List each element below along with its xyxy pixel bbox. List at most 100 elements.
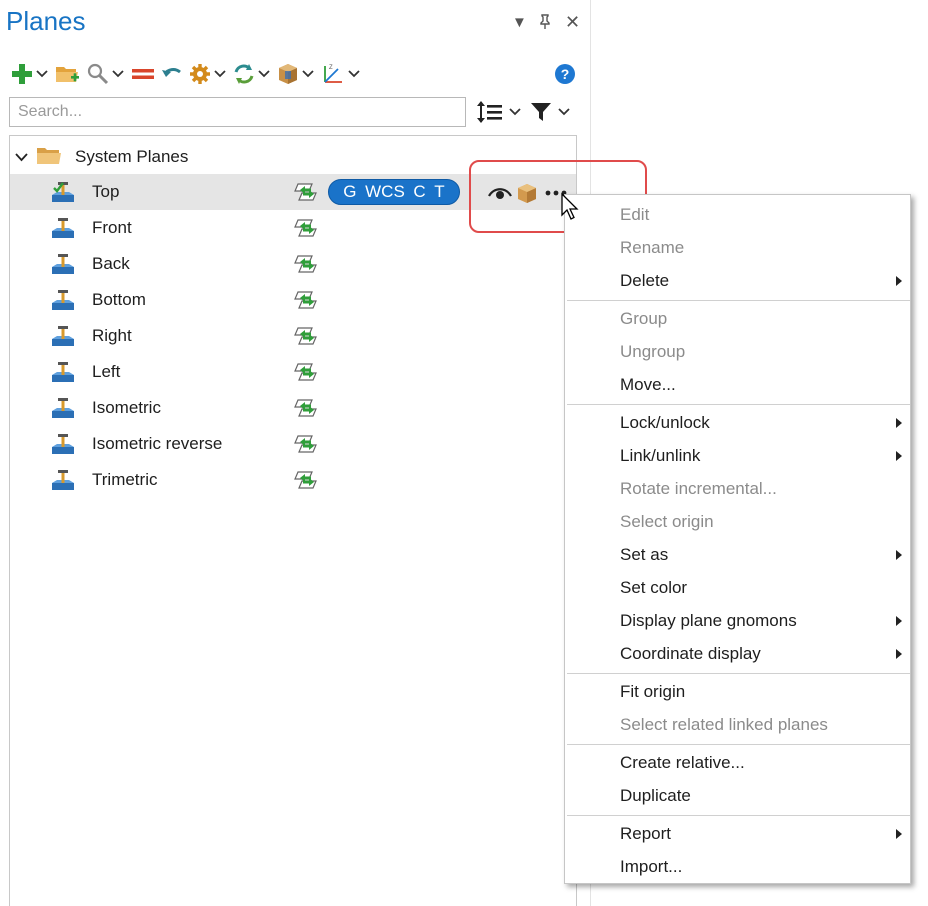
- linked-planes-icon: [293, 432, 319, 461]
- plane-label: Back: [92, 254, 130, 273]
- menu-item-delete[interactable]: Delete: [565, 265, 910, 297]
- undo-button[interactable]: [160, 60, 184, 88]
- menu-item-label: Link/unlink: [620, 446, 701, 465]
- chevron-down-icon: [558, 108, 570, 116]
- menu-item-rename[interactable]: Rename: [565, 232, 910, 264]
- menu-item-import[interactable]: Import...: [565, 851, 910, 883]
- submenu-arrow-icon: [896, 550, 902, 560]
- menu-item-select-related-linked-planes[interactable]: Select related linked planes: [565, 709, 910, 741]
- plane-icon: [50, 396, 76, 425]
- help-icon[interactable]: ?: [555, 64, 575, 84]
- submenu-arrow-icon: [896, 418, 902, 428]
- menu-item-select-origin[interactable]: Select origin: [565, 506, 910, 538]
- menu-item-label: Fit origin: [620, 682, 686, 701]
- tree-row-trimetric[interactable]: Trimetric: [10, 462, 576, 498]
- menu-item-label: Move...: [620, 375, 676, 394]
- menu-item-move[interactable]: Move...: [565, 369, 910, 401]
- box-view-icon: [279, 64, 297, 84]
- badge-g: G: [343, 182, 357, 201]
- menu-item-link-unlink[interactable]: Link/unlink: [565, 440, 910, 472]
- equal-button[interactable]: [130, 60, 156, 88]
- plane-label: Top: [92, 182, 120, 201]
- menu-item-coordinate-display[interactable]: Coordinate display: [565, 638, 910, 670]
- view-box-button[interactable]: [276, 60, 316, 88]
- gnomon-button[interactable]: Z: [320, 60, 362, 88]
- menu-item-label: Coordinate display: [620, 644, 761, 663]
- search-input[interactable]: [9, 97, 466, 127]
- menu-item-label: Display plane gnomons: [620, 611, 797, 630]
- linked-planes-icon: [293, 468, 319, 497]
- tree-row-isometric-reverse[interactable]: Isometric reverse: [10, 426, 576, 462]
- menu-item-edit[interactable]: Edit: [565, 199, 910, 231]
- search-zoom-icon: [87, 63, 109, 85]
- menu-item-report[interactable]: Report: [565, 818, 910, 850]
- tree-row-front[interactable]: Front: [10, 210, 576, 246]
- badge-t: T: [434, 182, 445, 201]
- menu-separator: [567, 815, 910, 816]
- chevron-down-icon: [214, 70, 226, 78]
- tree-row-left[interactable]: Left: [10, 354, 576, 390]
- tree-group-system-planes[interactable]: System Planes: [10, 144, 576, 170]
- panel-title: Planes: [6, 6, 86, 36]
- new-group-button[interactable]: [54, 60, 82, 88]
- menu-item-create-relative[interactable]: Create relative...: [565, 747, 910, 779]
- menu-item-fit-origin[interactable]: Fit origin: [565, 676, 910, 708]
- planes-toolbar: Z: [10, 60, 366, 88]
- menu-separator: [567, 300, 910, 301]
- menu-item-lock-unlock[interactable]: Lock/unlock: [565, 407, 910, 439]
- menu-item-label: Rename: [620, 238, 685, 257]
- row-actions: [488, 182, 568, 204]
- eye-icon[interactable]: [488, 185, 512, 201]
- submenu-arrow-icon: [896, 829, 902, 839]
- menu-item-rotate-incremental[interactable]: Rotate incremental...: [565, 473, 910, 505]
- menu-item-set-as[interactable]: Set as: [565, 539, 910, 571]
- tree-row-isometric[interactable]: Isometric: [10, 390, 576, 426]
- plane-label: Left: [92, 362, 121, 381]
- submenu-arrow-icon: [896, 649, 902, 659]
- menu-item-group[interactable]: Group: [565, 303, 910, 335]
- menu-item-label: Select origin: [620, 512, 714, 531]
- menu-separator: [567, 744, 910, 745]
- linked-planes-icon: [293, 180, 319, 209]
- plane-label: Trimetric: [92, 470, 158, 489]
- sort-button[interactable]: [476, 100, 523, 124]
- plane-icon: [50, 180, 76, 209]
- tree-row-back[interactable]: Back: [10, 246, 576, 282]
- chevron-down-icon[interactable]: [15, 153, 28, 162]
- close-icon[interactable]: ✕: [565, 12, 580, 33]
- tree-row-bottom[interactable]: Bottom: [10, 282, 576, 318]
- menu-item-label: Set color: [620, 578, 688, 597]
- menu-item-ungroup[interactable]: Ungroup: [565, 336, 910, 368]
- tree-row-right[interactable]: Right: [10, 318, 576, 354]
- menu-item-set-color[interactable]: Set color: [565, 572, 910, 604]
- menu-item-label: Edit: [620, 205, 650, 224]
- chevron-down-icon: [302, 70, 314, 78]
- add-plane-button[interactable]: [10, 60, 50, 88]
- menu-item-label: Report: [620, 824, 672, 843]
- axis-gnomon-icon: Z: [324, 65, 342, 83]
- plane-label: Right: [92, 326, 132, 345]
- menu-separator: [567, 404, 910, 405]
- find-plane-button[interactable]: [86, 60, 126, 88]
- menu-item-duplicate[interactable]: Duplicate: [565, 780, 910, 812]
- plane-label: Isometric reverse: [92, 434, 223, 453]
- refresh-icon: [234, 64, 254, 84]
- pin-icon[interactable]: [539, 14, 551, 33]
- planes-tree: System Planes Top G WCS C T Front Back B…: [9, 135, 577, 906]
- linked-planes-icon: [293, 324, 319, 353]
- tree-row-top[interactable]: Top G WCS C T: [10, 174, 576, 210]
- badge-wcs: WCS: [365, 182, 405, 201]
- chevron-down-icon: [258, 70, 270, 78]
- filter-icon: [531, 103, 551, 121]
- menu-item-label: Select related linked planes: [620, 715, 828, 734]
- menu-item-label: Lock/unlock: [620, 413, 710, 432]
- menu-item-label: Set as: [620, 545, 669, 564]
- refresh-button[interactable]: [232, 60, 272, 88]
- menu-item-display-plane-gnomons[interactable]: Display plane gnomons: [565, 605, 910, 637]
- box-icon[interactable]: [516, 182, 538, 204]
- panel-menu-dropdown-icon[interactable]: ▼: [512, 14, 527, 31]
- settings-button[interactable]: [188, 60, 228, 88]
- chevron-down-icon: [348, 70, 360, 78]
- filter-button[interactable]: [530, 100, 572, 124]
- submenu-arrow-icon: [896, 616, 902, 626]
